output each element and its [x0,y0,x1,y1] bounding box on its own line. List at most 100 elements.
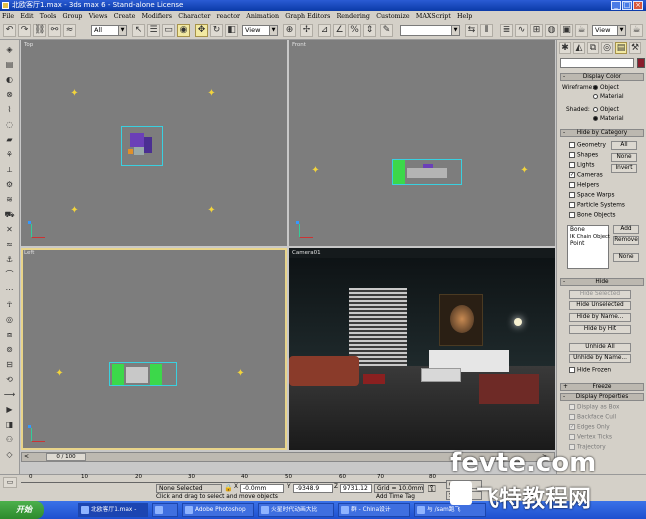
analyze-icon[interactable]: ⚇ [3,434,16,445]
list-item[interactable]: Bone [570,227,585,233]
fracture-icon[interactable]: ✕ [3,224,16,235]
rope-icon[interactable]: ⌇ [3,104,16,115]
window-crossing-icon[interactable]: ◉ [177,24,190,37]
unhide-all-button[interactable]: Unhide All [569,343,631,352]
none-button[interactable]: None [611,153,637,162]
x-coordinate-field[interactable]: -0.0mm [240,484,284,493]
cloth-icon[interactable]: ◐ [3,74,16,85]
deforming-mesh-icon[interactable]: ◌ [3,119,16,130]
viewport-camera[interactable]: Camera01 [289,248,555,450]
named-selection-sets-dropdown[interactable]: ▼ [400,25,460,36]
quick-render-icon[interactable]: ☕ [575,24,588,37]
previous-frame-icon[interactable]: < [24,453,32,461]
select-object-icon[interactable]: ↖ [132,24,145,37]
hierarchy-tab-icon[interactable]: ⧉ [587,42,599,54]
align-icon[interactable]: ⫴ [480,24,493,37]
none-list-button[interactable]: None [613,253,639,262]
hide-frozen-checkbox[interactable]: Hide Frozen [569,367,611,374]
wheel-icon[interactable]: ◎ [3,314,16,325]
menu-group[interactable]: Group [63,11,83,22]
menu-rendering[interactable]: Rendering [337,11,370,22]
undo-icon[interactable]: ↶ [3,24,16,37]
menu-views[interactable]: Views [89,11,108,22]
display-as-box-checkbox[interactable]: Display as Box [569,404,619,411]
menu-animation[interactable]: Animation [246,11,279,22]
start-button[interactable]: 开始 [0,501,44,519]
invert-button[interactable]: Invert [611,164,637,173]
select-and-link-icon[interactable]: ⛓ [33,24,46,37]
spinner-snap-icon[interactable]: ⇕ [363,24,376,37]
display-color-rollout-header[interactable]: - Display Color [560,73,644,81]
angular-dashpot-icon[interactable]: ⟲ [3,374,16,385]
list-item[interactable]: IK Chain Object [570,234,610,240]
water-icon[interactable]: ≈ [3,239,16,250]
hide-by-hit-button[interactable]: Hide by Hit [569,325,631,334]
spring-icon[interactable]: ⚘ [3,149,16,160]
render-scene-icon[interactable]: ▣ [560,24,573,37]
y-coordinate-field[interactable]: -9348.9 [293,484,333,493]
room-model-top[interactable] [121,126,163,166]
render-type-dropdown[interactable]: View ▼ [592,25,626,36]
hinge-icon[interactable]: ⌒ [3,269,16,280]
unhide-by-name-button[interactable]: Unhide by Name... [569,354,631,363]
viewport-front[interactable]: Front ✦ ✦ [289,40,555,246]
pivot-center-icon[interactable]: ⊕ [283,24,296,37]
hide-rollout-header[interactable]: - Hide [560,278,644,286]
add-button[interactable]: Add [613,225,639,234]
manipulate-icon[interactable]: ✢ [300,24,313,37]
select-and-scale-icon[interactable]: ◧ [225,24,238,37]
z-coordinate-field[interactable]: 9731.12 [340,484,372,493]
unlink-icon[interactable]: ⚯ [48,24,61,37]
task-photoshop[interactable]: Adobe Photoshop [182,503,254,517]
freeze-rollout-header[interactable]: + Freeze [560,383,644,391]
reactor-icon[interactable]: ◈ [3,44,16,55]
hide-by-category-rollout-header[interactable]: - Hide by Category [560,129,644,137]
layer-manager-icon[interactable]: ≣ [500,24,513,37]
wind-icon[interactable]: ≋ [3,194,16,205]
edges-only-checkbox[interactable]: ✓ Edges Only [569,424,610,431]
close-button[interactable]: × [633,1,643,10]
shaded-object-radio[interactable]: Object [593,107,619,113]
dashpot-icon[interactable]: ⟂ [3,164,16,175]
prismatic-icon[interactable]: ⧈ [3,329,16,340]
select-and-move-icon[interactable]: ✥ [195,24,208,37]
display-tab-icon[interactable]: ▤ [615,42,627,54]
modify-tab-icon[interactable]: ◭ [573,42,585,54]
list-item[interactable]: Point [570,241,584,247]
track-bar[interactable]: 0 10 20 30 40 50 60 70 80 [21,474,461,483]
cameras-checkbox[interactable]: ✓ Cameras [569,172,603,179]
motor-icon[interactable]: ⚙ [3,179,16,190]
all-button[interactable]: All [611,141,637,150]
redo-icon[interactable]: ↷ [18,24,31,37]
key-icon[interactable]: ⚿ [428,484,436,495]
rigid-body-icon[interactable]: ▤ [3,59,16,70]
ragdoll-icon[interactable]: ☥ [3,299,16,310]
particle-systems-checkbox[interactable]: Particle Systems [569,202,625,209]
viewport-top[interactable]: Top ✦ ✦ ✦ ✦ [21,40,287,246]
backface-cull-checkbox[interactable]: Backface Cull [569,414,616,421]
task-blank[interactable] [152,503,178,517]
selection-filter-dropdown[interactable]: All ▼ [91,25,127,36]
menu-reactor[interactable]: reactor [217,11,240,22]
remove-button[interactable]: Remove [613,236,639,245]
time-slider-thumb[interactable]: 0 / 100 [46,453,86,461]
vertex-ticks-checkbox[interactable]: Vertex Ticks [569,434,612,441]
schematic-view-icon[interactable]: ⊞ [530,24,543,37]
convex-icon[interactable]: ◇ [3,449,16,460]
shapes-checkbox[interactable]: Shapes [569,152,598,159]
menu-modifiers[interactable]: Modifiers [142,11,172,22]
menu-maxscript[interactable]: MAXScript [416,11,451,22]
snap-toggle-icon[interactable]: ⊿ [318,24,331,37]
task-3dsmax[interactable]: 北欧客厅1.max - [78,503,148,517]
utilities-tab-icon[interactable]: ⚒ [629,42,641,54]
menu-edit[interactable]: Edit [20,11,33,22]
task-browser[interactable]: 火星时代动画大比 [258,503,334,517]
space-warps-checkbox[interactable]: Space Warps [569,192,615,199]
curve-editor-icon[interactable]: ∿ [515,24,528,37]
softbody-icon[interactable]: ⊗ [3,89,16,100]
menu-graph-editors[interactable]: Graph Editors [285,11,330,22]
select-by-name-icon[interactable]: ☰ [147,24,160,37]
create-animation-icon[interactable]: ◨ [3,419,16,430]
add-time-tag-button[interactable]: Add Time Tag [376,494,415,500]
menu-file[interactable]: File [2,11,14,22]
